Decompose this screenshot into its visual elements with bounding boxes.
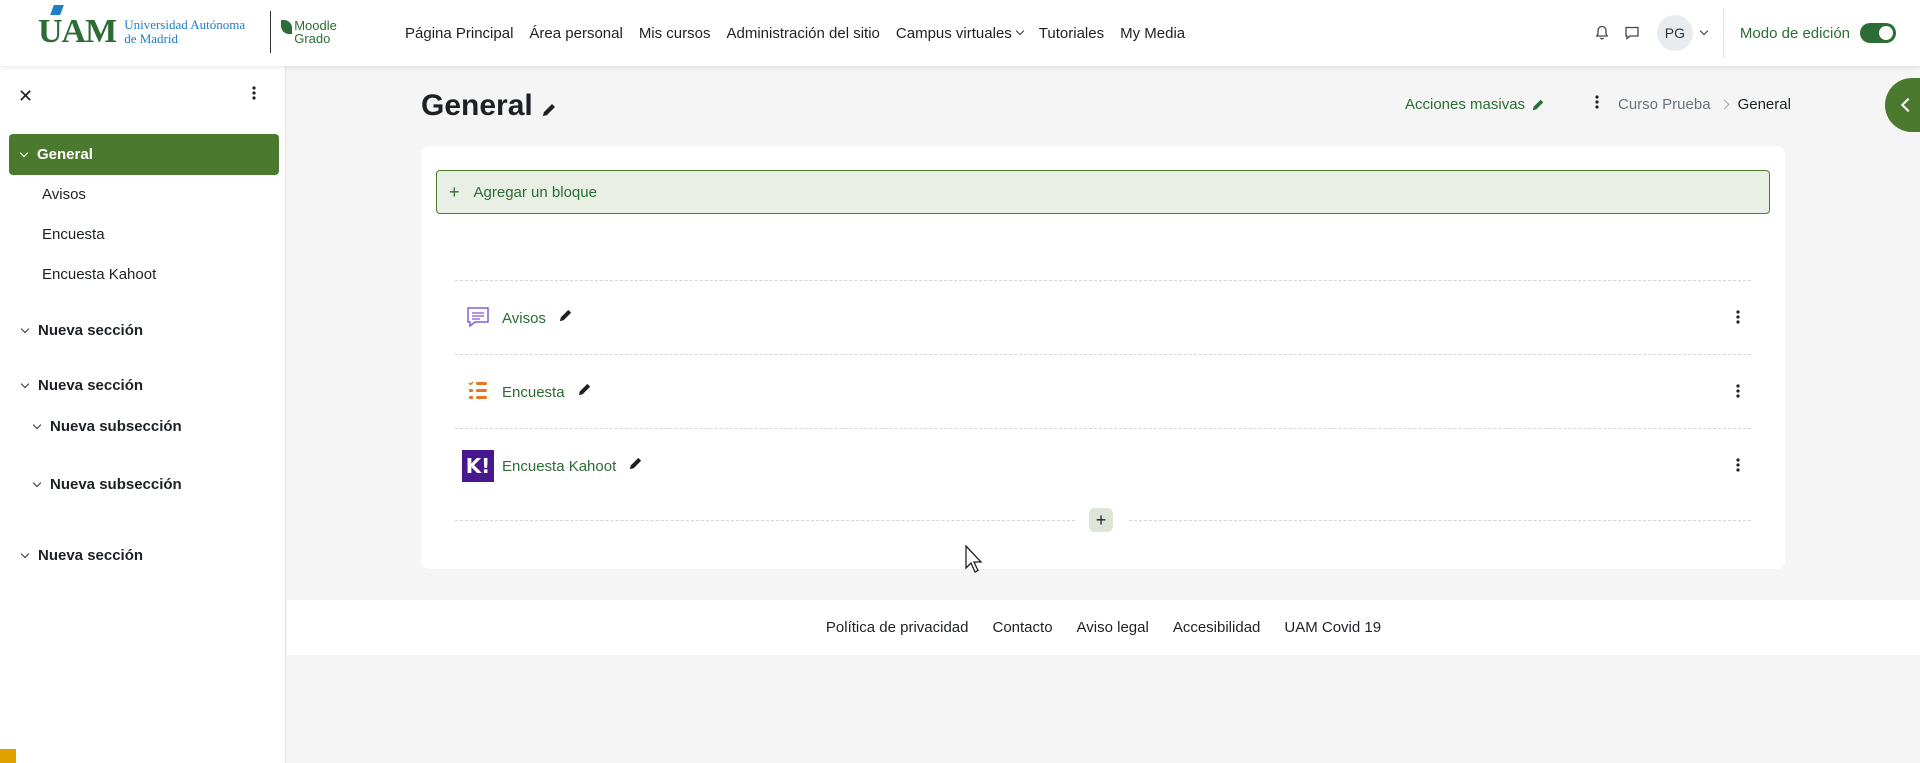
activity-actions-kebab-icon[interactable] — [1736, 384, 1740, 403]
pencil-icon — [1532, 99, 1544, 110]
activity-link[interactable]: Encuesta — [502, 384, 565, 401]
activity-actions-kebab-icon[interactable] — [1736, 458, 1740, 477]
nav-site-admin[interactable]: Administración del sitio — [727, 25, 880, 42]
add-block-button[interactable]: + Agregar un bloque — [436, 170, 1770, 214]
nav-dashboard[interactable]: Área personal — [529, 25, 622, 42]
edit-mode-toggle[interactable] — [1860, 23, 1896, 43]
site-logo[interactable]: UAM Universidad Autónoma de Madrid Moodl… — [38, 5, 337, 54]
moodle-leaf-icon — [281, 20, 293, 34]
messages-chat-icon[interactable] — [1617, 18, 1647, 48]
breadcrumb-course[interactable]: Curso Prueba — [1618, 96, 1711, 113]
chevron-down-icon — [20, 324, 30, 333]
chevron-down-icon — [32, 478, 42, 487]
feedback-icon — [462, 376, 494, 408]
chevron-down-icon — [1015, 26, 1025, 36]
university-name: Universidad Autónoma de Madrid — [124, 17, 246, 46]
footer-link-legal[interactable]: Aviso legal — [1077, 619, 1149, 636]
course-index: General — [9, 134, 279, 175]
course-index-item-avisos[interactable]: Avisos — [42, 186, 86, 203]
moodle-grado-logo: Moodle Grado — [281, 19, 337, 45]
header-kebab-icon[interactable] — [1595, 95, 1599, 114]
footer-link-covid[interactable]: UAM Covid 19 — [1284, 619, 1381, 636]
course-index-section-nueva-2[interactable]: Nueva sección — [20, 377, 143, 394]
nav-divider — [1722, 8, 1724, 58]
course-index-drawer: ✕ General Avisos Encuesta Encuesta Kahoo… — [0, 66, 286, 763]
corner-indicator — [0, 749, 16, 763]
user-menu-chevron-down-icon[interactable] — [1699, 26, 1709, 36]
uam-logo-text: UAM — [38, 5, 117, 51]
breadcrumb-chevron-right-icon — [1719, 99, 1730, 110]
close-drawer-icon[interactable]: ✕ — [18, 86, 33, 107]
activity-link[interactable]: Encuesta Kahoot — [502, 458, 616, 475]
course-index-item-encuesta-kahoot[interactable]: Encuesta Kahoot — [42, 266, 156, 283]
edit-mode-label: Modo de edición — [1739, 24, 1850, 42]
top-navbar: UAM Universidad Autónoma de Madrid Moodl… — [0, 0, 1920, 66]
nav-my-media[interactable]: My Media — [1120, 25, 1185, 42]
course-index-section-nueva-3[interactable]: Nueva sección — [20, 547, 143, 564]
breadcrumb: Curso Prueba General — [1618, 96, 1791, 113]
drawer-options-kebab-icon[interactable] — [252, 86, 256, 105]
nav-virtual-campus[interactable]: Campus virtuales — [896, 25, 1025, 42]
chevron-left-icon — [1900, 97, 1916, 113]
open-block-drawer-button[interactable] — [1885, 78, 1920, 132]
edit-name-pencil-icon[interactable] — [628, 456, 643, 476]
bulk-actions-button[interactable]: Acciones masivas — [1405, 96, 1545, 113]
activity-divider — [455, 428, 1751, 429]
course-index-subsection-1[interactable]: Nueva subsección — [32, 418, 182, 435]
user-avatar[interactable]: PG — [1656, 15, 1693, 51]
edit-name-pencil-icon[interactable] — [558, 308, 573, 328]
activity-actions-kebab-icon[interactable] — [1736, 310, 1740, 329]
nav-home[interactable]: Página Principal — [405, 25, 513, 42]
page-footer: Política de privacidad Contacto Aviso le… — [287, 600, 1920, 655]
user-navigation: PG Modo de edición — [1587, 0, 1896, 66]
breadcrumb-current: General — [1737, 96, 1791, 113]
chevron-down-icon — [20, 379, 30, 388]
course-index-item-encuesta[interactable]: Encuesta — [42, 226, 105, 243]
kahoot-icon: K! — [462, 450, 494, 482]
edit-title-pencil-icon[interactable] — [541, 92, 557, 126]
activity-divider — [1129, 520, 1751, 521]
course-index-subsection-2[interactable]: Nueva subsección — [32, 476, 182, 493]
forum-icon — [462, 302, 494, 334]
activity-divider — [455, 354, 1751, 355]
section-content-card: + Agregar un bloque Avisos Encuesta K! E… — [421, 146, 1785, 569]
activity-row-avisos: Avisos — [462, 302, 1752, 334]
nav-my-courses[interactable]: Mis cursos — [639, 25, 711, 42]
course-index-section-nueva-1[interactable]: Nueva sección — [20, 322, 143, 339]
footer-link-privacy[interactable]: Política de privacidad — [826, 619, 969, 636]
activity-link[interactable]: Avisos — [502, 310, 546, 327]
footer-link-accessibility[interactable]: Accesibilidad — [1173, 619, 1261, 636]
chevron-down-icon — [19, 148, 29, 157]
nav-tutorials[interactable]: Tutoriales — [1039, 25, 1104, 42]
chevron-down-icon — [32, 420, 42, 429]
plus-icon: + — [449, 181, 460, 202]
edit-name-pencil-icon[interactable] — [577, 382, 592, 402]
logo-divider — [270, 11, 272, 53]
activity-row-encuesta: Encuesta — [462, 376, 1752, 408]
mouse-cursor-icon — [965, 544, 985, 578]
notifications-bell-icon[interactable] — [1587, 18, 1617, 48]
primary-navigation: Página Principal Área personal Mis curso… — [405, 0, 1201, 66]
add-activity-plus-button[interactable]: + — [1089, 508, 1113, 532]
activity-row-encuesta-kahoot: K! Encuesta Kahoot — [462, 450, 1752, 482]
footer-link-contact[interactable]: Contacto — [993, 619, 1053, 636]
page-title: General — [421, 86, 557, 126]
activity-divider — [455, 520, 1075, 521]
activity-divider — [455, 280, 1751, 281]
chevron-down-icon — [20, 549, 30, 558]
course-index-section-general[interactable]: General — [9, 134, 279, 175]
